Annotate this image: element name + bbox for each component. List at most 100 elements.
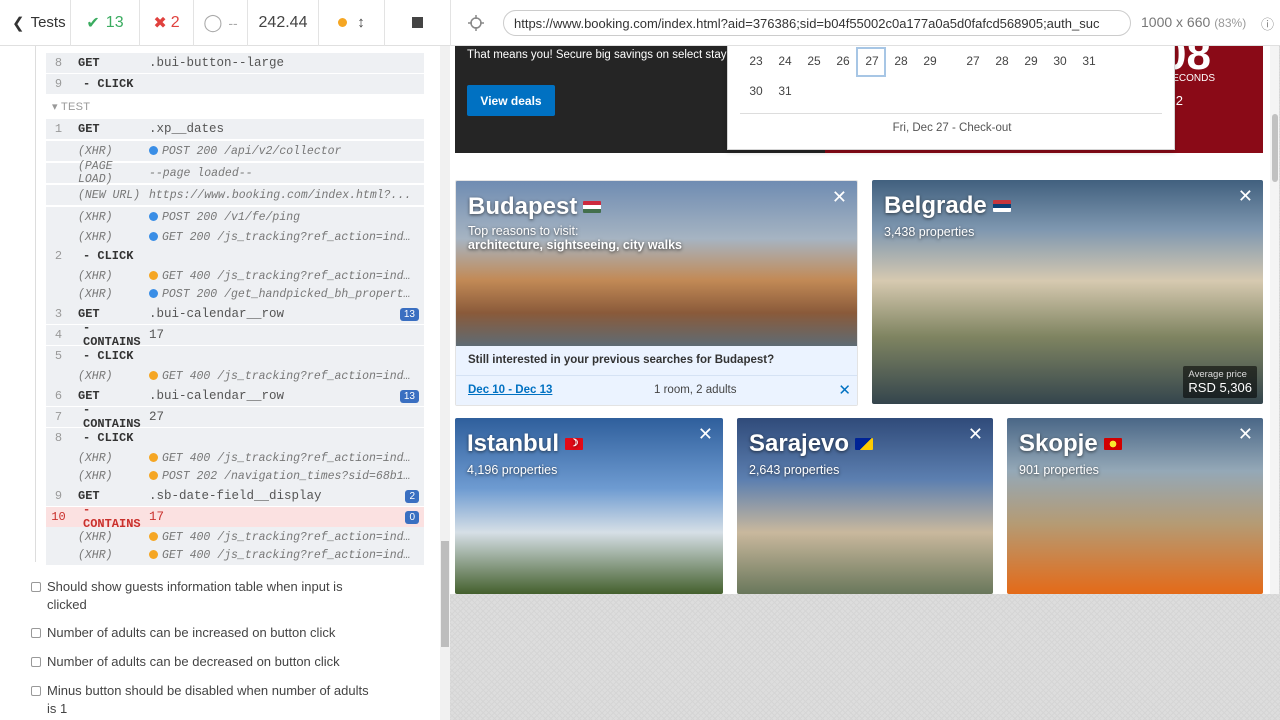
recent-search-dates-link[interactable]: Dec 10 - Dec 13 — [468, 384, 552, 396]
command-log-row[interactable]: (XHR) POST 200 /v1/fe/ping — [46, 207, 424, 227]
viewport-size: 1000 x 660 (83%) — [1141, 14, 1247, 30]
command-log-scroll-thumb[interactable] — [441, 541, 449, 647]
command-message: GET 400 /js_tracking?ref_action=index&l.… — [149, 270, 414, 283]
view-deals-button[interactable]: View deals — [467, 85, 555, 116]
test-section-label[interactable]: ▾ TEST — [52, 100, 90, 113]
selector-playground-button[interactable] — [451, 0, 501, 46]
command-message: POST 200 /v1/fe/ping — [149, 211, 414, 224]
turkey-flag-icon: ☽ — [565, 438, 584, 450]
command-log-row[interactable]: 10- CONTAINS 17 0 — [46, 503, 424, 531]
request-status-dot-icon — [149, 211, 158, 221]
test-item[interactable]: Minus button should be disabled when num… — [31, 682, 371, 718]
element-count-badge: 2 — [405, 490, 419, 503]
command-name: (XHR) — [78, 369, 113, 383]
command-message: --page loaded-- — [149, 166, 253, 180]
command-number: 8 — [54, 56, 63, 70]
command-name: GET — [78, 307, 100, 321]
calendar-day[interactable]: 31 — [771, 84, 799, 98]
command-log-row[interactable]: 7 - CONTAINS 27 — [46, 403, 424, 431]
calendar-day[interactable]: 28 — [988, 54, 1016, 68]
command-name: - CLICK — [83, 77, 134, 91]
request-status-dot-icon — [149, 231, 158, 241]
checkout-label: Fri, Dec 27 - Check-out — [892, 122, 1012, 134]
command-log-row[interactable]: (XHR) POST 202 /navigation_times?sid=68b1… — [46, 466, 424, 486]
page-scrollbar[interactable] — [1270, 46, 1279, 594]
checkbox-icon — [31, 686, 41, 696]
arrows-vertical-icon: ↕ — [357, 14, 365, 31]
command-name: (NEW URL) — [78, 188, 141, 202]
command-log-row[interactable]: 2 - CLICK — [46, 246, 424, 266]
card-city-name: Istanbul ☽ — [467, 430, 584, 458]
command-message: .bui-calendar__row — [149, 389, 285, 403]
destination-card-istanbul[interactable]: Istanbul ☽ 4,196 properties ✕ — [455, 418, 723, 594]
command-log-row[interactable]: (XHR) GET 400 /js_tracking?ref_action=ind… — [46, 527, 424, 547]
destination-card-budapest[interactable]: Budapest Top reasons to visit: architectu… — [455, 180, 858, 406]
calendar-day[interactable]: 28 — [887, 54, 915, 68]
card-properties: 4,196 properties — [467, 463, 558, 477]
command-message: GET 400 /js_tracking?ref_action=index&l.… — [149, 549, 414, 562]
command-log-row[interactable]: 1 GET .xp__dates — [46, 119, 424, 139]
chevron-left-icon: ❮ — [12, 14, 25, 32]
calendar-day[interactable]: 30 — [742, 84, 770, 98]
serbia-flag-icon — [992, 200, 1011, 212]
calendar-day[interactable]: 25 — [800, 54, 828, 68]
command-log-row[interactable]: (XHR) GET 400 /js_tracking?ref_action=ind… — [46, 545, 424, 565]
test-item[interactable]: Number of adults can be increased on but… — [31, 624, 371, 642]
info-icon[interactable]: ⓘ — [1261, 14, 1274, 33]
pending-count: ◯ -- — [194, 0, 248, 46]
destination-card-belgrade[interactable]: Belgrade 3,438 properties ✕ Average pric… — [872, 180, 1263, 404]
calendar-day[interactable]: 24 — [771, 54, 799, 68]
command-log-row[interactable]: (XHR) GET 200 /js_tracking?ref_action=ind… — [46, 227, 424, 247]
element-count-badge: 0 — [405, 511, 419, 524]
close-icon[interactable]: ✕ — [698, 424, 713, 445]
close-icon[interactable]: ✕ — [838, 381, 851, 399]
close-icon[interactable]: ✕ — [968, 424, 983, 445]
command-log-row[interactable]: 5 - CLICK — [46, 346, 424, 366]
command-log-row[interactable]: (PAGE LOAD) --page loaded-- — [46, 160, 424, 186]
close-icon[interactable]: ✕ — [1238, 186, 1253, 207]
calendar-day[interactable]: 27 — [959, 54, 987, 68]
command-log-row[interactable]: (XHR) GET 400 /js_tracking?ref_action=ind… — [46, 266, 424, 286]
url-bar[interactable]: https://www.booking.com/index.html?aid=3… — [503, 10, 1131, 36]
calendar-day[interactable]: 27 — [858, 54, 886, 68]
command-name: - CLICK — [83, 349, 134, 363]
command-log-row[interactable]: (XHR) GET 400 /js_tracking?ref_action=ind… — [46, 448, 424, 468]
stop-button[interactable] — [385, 0, 451, 46]
app-under-test-frame[interactable]: 08 ECONDS r 2 That means you! Secure big… — [450, 46, 1279, 594]
calendar-day[interactable]: 23 — [742, 54, 770, 68]
status-dot-icon — [338, 18, 348, 27]
command-log-row[interactable]: (XHR) POST 200 /api/v2/collector — [46, 141, 424, 161]
command-log-row[interactable]: (XHR) POST 200 /get_handpicked_bh_propert… — [46, 284, 424, 304]
command-log-row[interactable]: 8 - CLICK — [46, 428, 424, 448]
test-item[interactable]: Should show guests information table whe… — [31, 578, 371, 614]
test-item[interactable]: Number of adults can be decreased on but… — [31, 653, 371, 671]
destination-card-sarajevo[interactable]: Sarajevo 2,643 properties ✕ — [737, 418, 993, 594]
calendar-day[interactable]: 30 — [1046, 54, 1074, 68]
command-log-row[interactable]: (XHR) GET 400 /js_tracking?ref_action=ind… — [46, 366, 424, 386]
command-log-row[interactable]: 9 - CLICK — [46, 74, 424, 94]
auto-scroll-toggle[interactable]: ↕ — [319, 0, 385, 46]
calendar-day[interactable]: 31 — [1075, 54, 1103, 68]
close-icon[interactable]: ✕ — [1238, 424, 1253, 445]
close-icon[interactable]: ✕ — [832, 187, 847, 208]
divider — [740, 113, 1162, 114]
destination-card-skopje[interactable]: Skopje 901 properties ✕ — [1007, 418, 1263, 594]
calendar-day[interactable]: 26 — [829, 54, 857, 68]
command-number: 9 — [54, 77, 63, 91]
command-log-row[interactable]: 8 GET .bui-button--large — [46, 53, 424, 73]
tests-back-button[interactable]: ❮ Tests — [0, 0, 71, 46]
calendar-day[interactable]: 29 — [1017, 54, 1045, 68]
command-name: (XHR) — [78, 230, 113, 244]
calendar-day[interactable]: 29 — [916, 54, 944, 68]
command-number: 10 — [51, 510, 66, 524]
card-city-name: Sarajevo — [749, 430, 874, 458]
command-log-row[interactable]: (NEW URL) https://www.booking.com/index.h… — [46, 185, 424, 205]
command-log-row[interactable]: 4 - CONTAINS 17 — [46, 321, 424, 349]
request-status-dot-icon — [149, 531, 158, 541]
command-message: GET 400 /js_tracking?ref_action=index&l.… — [149, 452, 414, 465]
command-number: 1 — [54, 122, 63, 136]
command-number: 7 — [54, 410, 63, 424]
page-scroll-thumb[interactable] — [1272, 114, 1278, 182]
card-city-name: Belgrade — [884, 192, 1011, 220]
command-message: POST 200 /get_handpicked_bh_properties?.… — [149, 288, 414, 301]
